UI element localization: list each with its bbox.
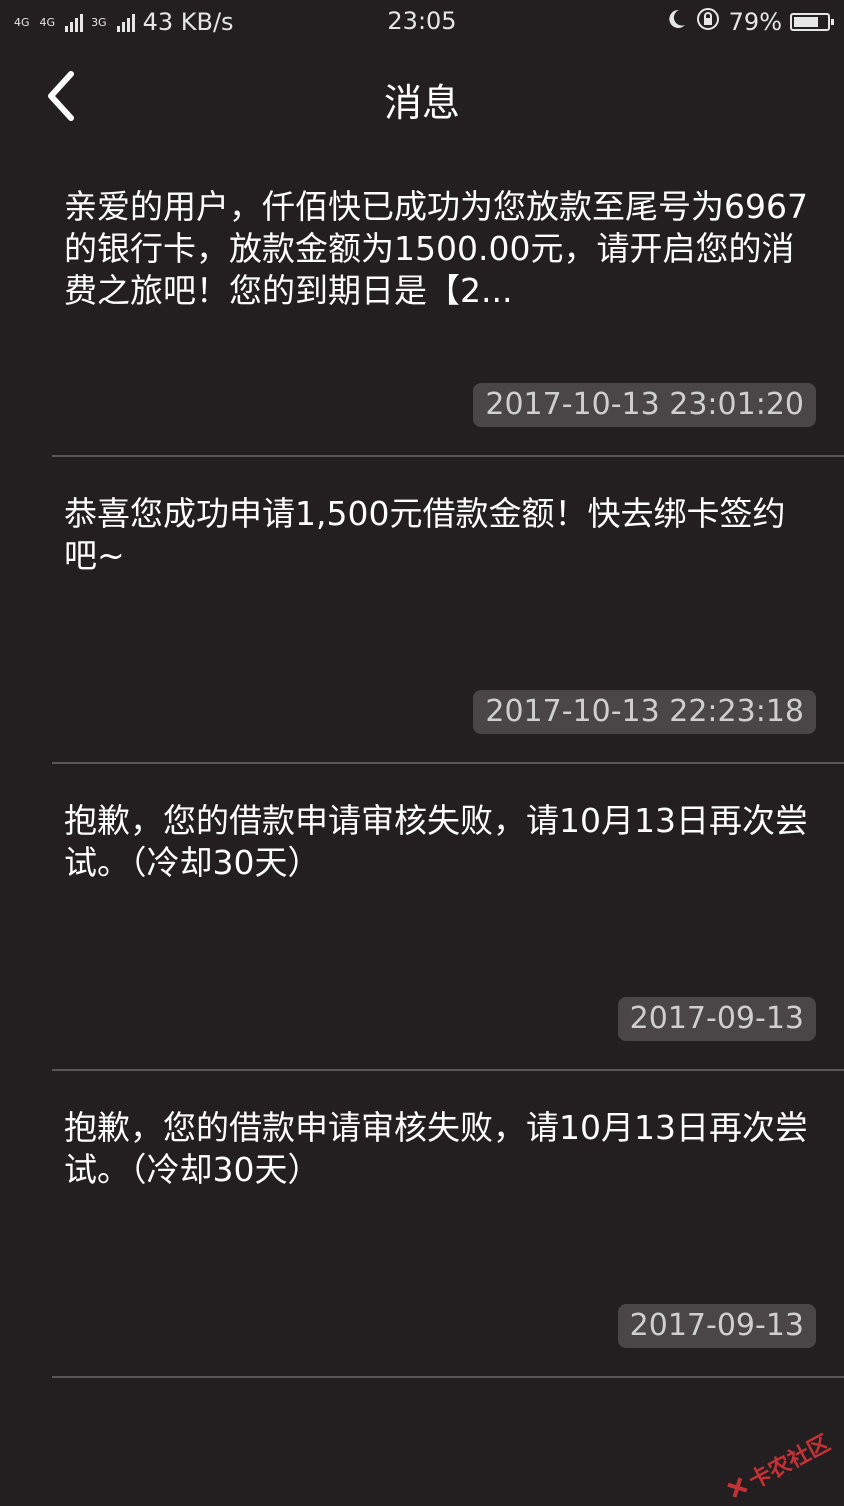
network-label-a: 4G xyxy=(14,15,30,29)
message-text: 亲爱的用户，仟佰快已成功为您放款至尾号为6967的银行卡，放款金额为1500.0… xyxy=(64,187,808,310)
moon-icon xyxy=(663,7,687,37)
network-label-c: 3G xyxy=(91,15,107,29)
message-timestamp: 2017-09-13 xyxy=(617,1304,816,1348)
message-item[interactable]: 恭喜您成功申请1,500元借款金额！快去绑卡签约吧~ 2017-10-13 22… xyxy=(52,457,844,764)
message-text: 抱歉，您的借款申请审核失败，请10月13日再次尝试。（冷却30天） xyxy=(64,1108,808,1189)
battery-fill xyxy=(794,17,819,27)
network-type-3: 3G xyxy=(91,17,107,28)
network-type: 4G xyxy=(14,17,30,28)
signal-icon xyxy=(65,12,84,32)
network-speed: 43 KB/s xyxy=(142,8,234,36)
message-item[interactable]: 抱歉，您的借款申请审核失败，请10月13日再次尝试。（冷却30天） 2017-0… xyxy=(52,1071,844,1378)
status-left: 4G 4G 3G 43 KB/s xyxy=(14,8,234,36)
network-label-b: 4G xyxy=(39,15,56,29)
app-header: 消息 xyxy=(0,44,844,148)
message-timestamp: 2017-09-13 xyxy=(617,997,816,1041)
message-item[interactable]: 亲爱的用户，仟佰快已成功为您放款至尾号为6967的银行卡，放款金额为1500.0… xyxy=(52,150,844,457)
battery-icon xyxy=(790,13,834,31)
battery-percent: 79% xyxy=(728,8,782,36)
status-right: 79% xyxy=(663,6,834,38)
rotation-lock-icon xyxy=(695,6,721,38)
message-timestamp: 2017-10-13 22:23:18 xyxy=(473,690,816,734)
message-text: 恭喜您成功申请1,500元借款金额！快去绑卡签约吧~ xyxy=(64,494,786,575)
page-title: 消息 xyxy=(383,81,460,125)
watermark-text: 卡农社区 xyxy=(745,1430,835,1495)
message-item[interactable]: 抱歉，您的借款申请审核失败，请10月13日再次尝试。（冷却30天） 2017-0… xyxy=(52,764,844,1071)
message-timestamp: 2017-10-13 23:01:20 xyxy=(473,383,816,427)
watermark-logo: 卡农社区 xyxy=(721,1426,835,1506)
network-type-2: 4G xyxy=(40,17,56,28)
status-bar: 4G 4G 3G 43 KB/s 23:05 79% xyxy=(0,0,844,44)
message-text: 抱歉，您的借款申请审核失败，请10月13日再次尝试。（冷却30天） xyxy=(64,801,808,882)
signal-icon-2 xyxy=(116,12,135,32)
message-list: 亲爱的用户，仟佰快已成功为您放款至尾号为6967的银行卡，放款金额为1500.0… xyxy=(0,150,844,1378)
watermark-x-icon xyxy=(727,1477,748,1498)
